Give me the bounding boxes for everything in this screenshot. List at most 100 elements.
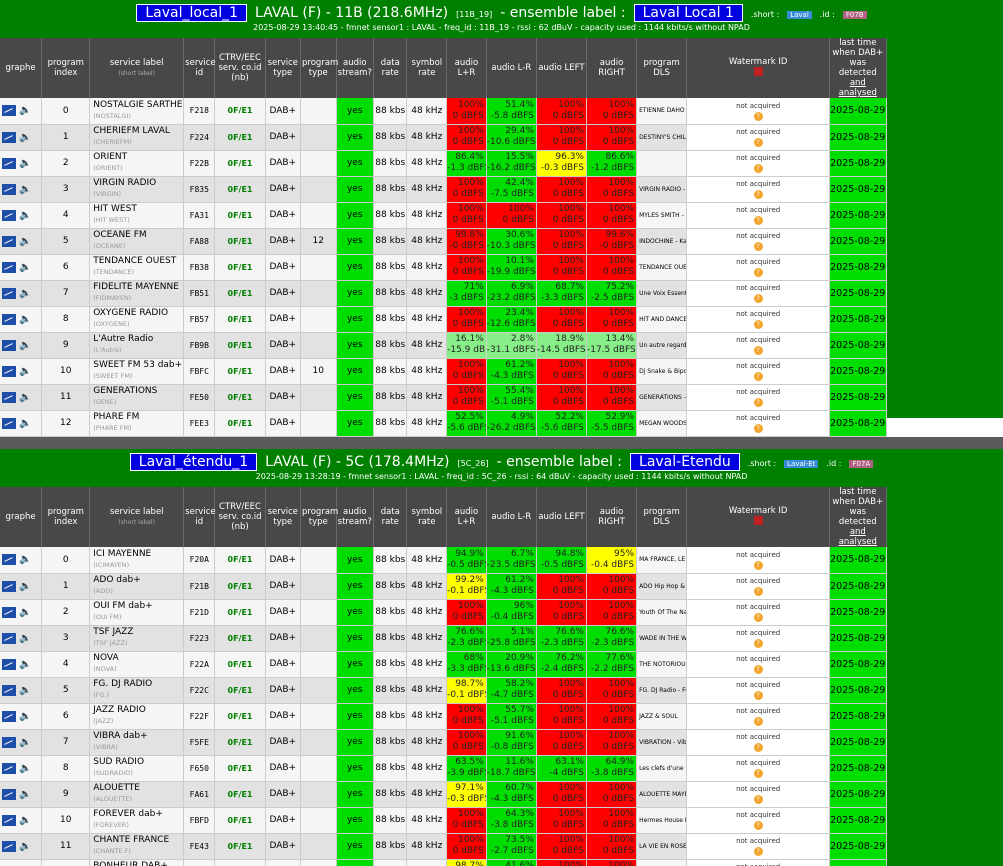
level-dbfs: -14.5 dBFS <box>536 345 586 355</box>
graph-icon[interactable] <box>2 658 16 670</box>
info-icon[interactable]: ? <box>753 242 763 251</box>
info-icon[interactable]: ? <box>753 398 763 407</box>
graph-icon[interactable] <box>2 365 16 377</box>
speaker-icon[interactable]: 🔈 <box>19 158 31 169</box>
level-lr: 16.1%-15.9 dBFS <box>446 332 487 359</box>
speaker-icon[interactable]: 🔈 <box>19 581 31 592</box>
speaker-icon[interactable]: 🔈 <box>19 262 31 273</box>
graph-cell: 🔈 <box>0 833 43 860</box>
level-percent: 100% <box>558 99 584 110</box>
level-percent: 100% <box>458 360 484 370</box>
info-icon[interactable]: ? <box>753 138 763 147</box>
info-icon[interactable]: ? <box>753 294 763 303</box>
level-percent: 100% <box>458 308 484 318</box>
speaker-icon[interactable]: 🔈 <box>19 841 31 852</box>
service-id: F650 <box>183 755 216 782</box>
symbol-rate: 48 kHz <box>406 625 448 652</box>
service-short-label: (TSF JAZZ) <box>93 639 128 647</box>
info-icon[interactable]: ? <box>753 613 763 622</box>
graph-icon[interactable] <box>2 417 16 429</box>
graph-icon[interactable] <box>2 235 16 247</box>
info-icon[interactable]: ? <box>753 717 763 726</box>
info-icon[interactable]: ? <box>753 639 763 648</box>
speaker-icon[interactable]: 🔈 <box>19 815 31 826</box>
info-icon[interactable]: ? <box>753 560 763 570</box>
graph-icon[interactable] <box>2 554 16 566</box>
graph-icon[interactable] <box>2 736 16 748</box>
graph-icon[interactable] <box>2 313 16 325</box>
info-icon[interactable]: ? <box>753 372 763 381</box>
info-icon[interactable]: ? <box>753 743 763 752</box>
col-service-type: service type <box>265 487 302 547</box>
level-percent: 61.2% <box>505 575 534 585</box>
graph-icon[interactable] <box>2 183 16 195</box>
info-icon[interactable]: ? <box>753 216 763 225</box>
info-icon[interactable]: ? <box>753 164 763 173</box>
graph-icon[interactable] <box>2 632 16 644</box>
info-icon[interactable]: ? <box>753 587 763 596</box>
speaker-icon[interactable]: 🔈 <box>19 236 31 247</box>
info-icon[interactable]: ? <box>753 691 763 700</box>
speaker-icon[interactable]: 🔈 <box>19 685 31 696</box>
speaker-icon[interactable]: 🔈 <box>19 737 31 748</box>
level-percent: 100% <box>608 204 635 214</box>
ensemble-name[interactable]: Laval_local_1 <box>136 4 248 22</box>
info-icon[interactable]: ? <box>753 769 763 778</box>
graph-icon[interactable] <box>2 684 16 696</box>
info-icon[interactable]: ? <box>753 665 763 674</box>
graph-icon[interactable] <box>2 209 16 221</box>
program-index: 5 <box>41 677 91 704</box>
info-icon[interactable]: ? <box>753 320 763 329</box>
service-type: DAB+ <box>265 280 302 307</box>
speaker-icon[interactable]: 🔈 <box>19 392 31 403</box>
speaker-icon[interactable]: 🔈 <box>19 554 31 565</box>
speaker-icon[interactable]: 🔈 <box>19 418 31 429</box>
speaker-icon[interactable]: 🔈 <box>19 763 31 774</box>
graph-icon[interactable] <box>2 105 16 117</box>
info-icon[interactable]: ? <box>753 821 763 830</box>
program-index: 8 <box>41 755 91 782</box>
info-icon[interactable]: ? <box>753 111 763 121</box>
graph-icon[interactable] <box>2 762 16 774</box>
service-label: OCEANE FM <box>93 230 147 240</box>
short-label-header: (short label) <box>118 518 155 526</box>
level-dbfs: -25.8 dBFS <box>486 638 536 648</box>
info-icon[interactable]: ? <box>753 268 763 277</box>
graph-icon[interactable] <box>2 606 16 618</box>
info-icon[interactable]: ? <box>753 424 763 433</box>
graph-icon[interactable] <box>2 131 16 143</box>
speaker-icon[interactable]: 🔈 <box>19 132 31 143</box>
graph-icon[interactable] <box>2 710 16 722</box>
speaker-icon[interactable]: 🔈 <box>19 340 31 351</box>
graph-icon[interactable] <box>2 788 16 800</box>
watermark-cell: not acquired? <box>686 703 831 730</box>
speaker-icon[interactable]: 🔈 <box>19 607 31 618</box>
graph-icon[interactable] <box>2 391 16 403</box>
speaker-icon[interactable]: 🔈 <box>19 366 31 377</box>
graph-icon[interactable] <box>2 339 16 351</box>
service-label: ORIENT <box>93 152 128 162</box>
graph-icon[interactable] <box>2 287 16 299</box>
info-icon[interactable]: ? <box>753 190 763 199</box>
ensemble-name[interactable]: Laval_étendu_1 <box>129 453 258 471</box>
graph-icon[interactable] <box>2 157 16 169</box>
speaker-icon[interactable]: 🔈 <box>19 210 31 221</box>
ctrv-code: 0F/E1 <box>214 228 266 255</box>
speaker-icon[interactable]: 🔈 <box>19 184 31 195</box>
graph-icon[interactable] <box>2 261 16 273</box>
speaker-icon[interactable]: 🔈 <box>19 711 31 722</box>
info-icon[interactable]: ? <box>753 847 763 856</box>
speaker-icon[interactable]: 🔈 <box>19 659 31 670</box>
graph-icon[interactable] <box>2 814 16 826</box>
info-icon[interactable]: ? <box>753 795 763 804</box>
service-label-cell: ICI MAYENNE (ICIMAYEN) <box>89 547 185 574</box>
speaker-icon[interactable]: 🔈 <box>19 288 31 299</box>
info-icon[interactable]: ? <box>753 346 763 355</box>
graph-icon[interactable] <box>2 840 16 852</box>
level-dbfs: -0.5 dBFS <box>540 559 584 570</box>
graph-icon[interactable] <box>2 580 16 592</box>
speaker-icon[interactable]: 🔈 <box>19 789 31 800</box>
speaker-icon[interactable]: 🔈 <box>19 105 31 116</box>
speaker-icon[interactable]: 🔈 <box>19 314 31 325</box>
speaker-icon[interactable]: 🔈 <box>19 633 31 644</box>
